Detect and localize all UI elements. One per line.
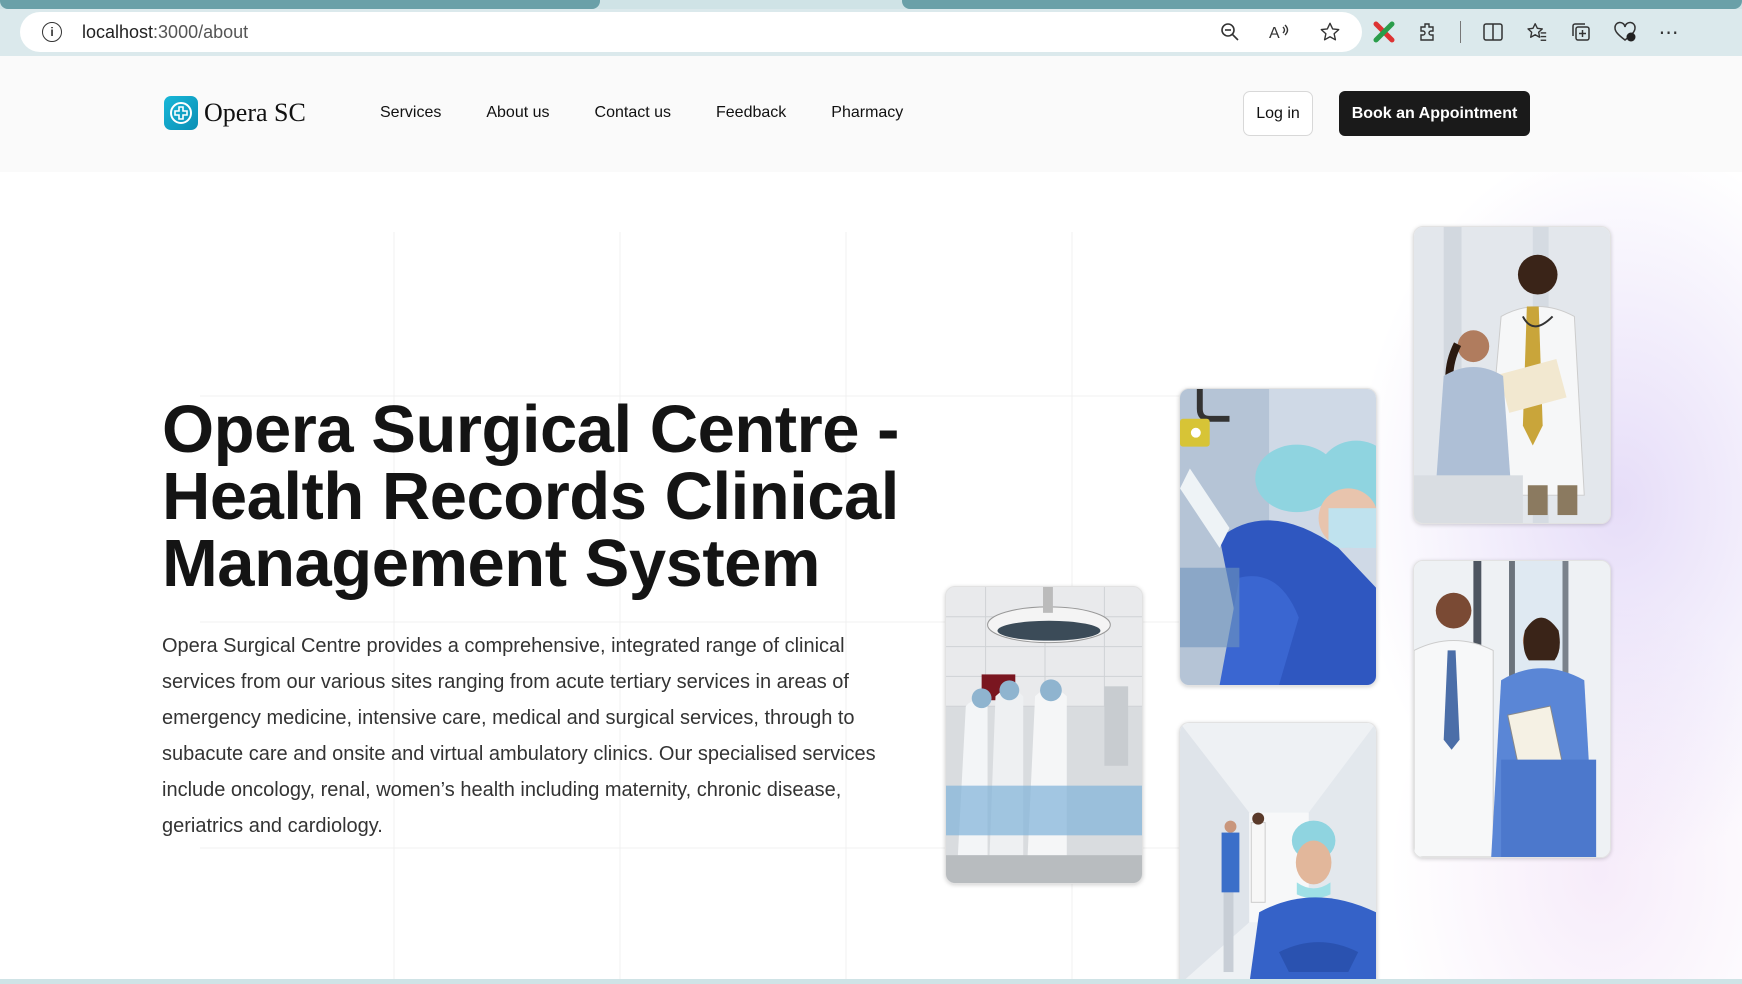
book-appointment-button[interactable]: Book an Appointment [1339,91,1530,136]
surgeon-masked-photo [1179,388,1377,686]
logo-text: Opera SC [204,98,306,127]
browser-toolbar: i localhost:3000/about A ⋯ [0,0,1742,56]
extensions-puzzle-icon[interactable] [1416,20,1440,44]
nav-about-us[interactable]: About us [486,104,549,122]
browser-tab[interactable] [902,0,1742,9]
url-path: :3000/about [153,21,249,42]
read-aloud-icon[interactable]: A [1268,20,1292,44]
nav-contact-us[interactable]: Contact us [595,104,671,122]
address-bar[interactable]: i localhost:3000/about A [20,12,1362,52]
medical-cross-icon [164,96,198,130]
toolbar-separator [1460,21,1461,43]
browser-essentials-icon[interactable] [1613,20,1637,44]
browser-tab[interactable] [0,0,600,9]
operating-room-photo [945,586,1143,884]
hero-section: Opera Surgical Centre - Health Records C… [0,172,1742,984]
favorites-icon[interactable] [1525,20,1549,44]
site-info-icon[interactable]: i [42,22,62,42]
favorite-star-icon[interactable] [1318,20,1342,44]
bottom-edge [0,979,1742,984]
nav-feedback[interactable]: Feedback [716,104,786,122]
split-screen-icon[interactable] [1481,20,1505,44]
url-text[interactable]: localhost:3000/about [82,22,248,43]
nav-services[interactable]: Services [380,104,441,122]
nav-pharmacy[interactable]: Pharmacy [831,104,903,122]
tab-strip [0,0,1742,9]
hero-description: Opera Surgical Centre provides a compreh… [162,635,876,837]
collections-icon[interactable] [1569,20,1593,44]
hero-title: Opera Surgical Centre - Health Records C… [162,392,899,601]
site-logo[interactable]: Opera SC [164,96,306,130]
more-menu-icon[interactable]: ⋯ [1657,20,1681,44]
zoom-out-icon[interactable] [1218,20,1242,44]
extension-x-icon[interactable] [1372,20,1396,44]
url-host: localhost [82,21,154,42]
main-nav: Services About us Contact us Feedback Ph… [380,104,903,122]
doctor-nurse-clipboard-photo [1413,560,1611,858]
login-button[interactable]: Log in [1243,91,1313,136]
svg-text:A: A [1269,25,1280,42]
site-header: Opera SC Services About us Contact us Fe… [0,56,1742,172]
hospital-corridor-nurse-photo [1179,722,1377,984]
doctor-patient-photo [1413,226,1611,524]
